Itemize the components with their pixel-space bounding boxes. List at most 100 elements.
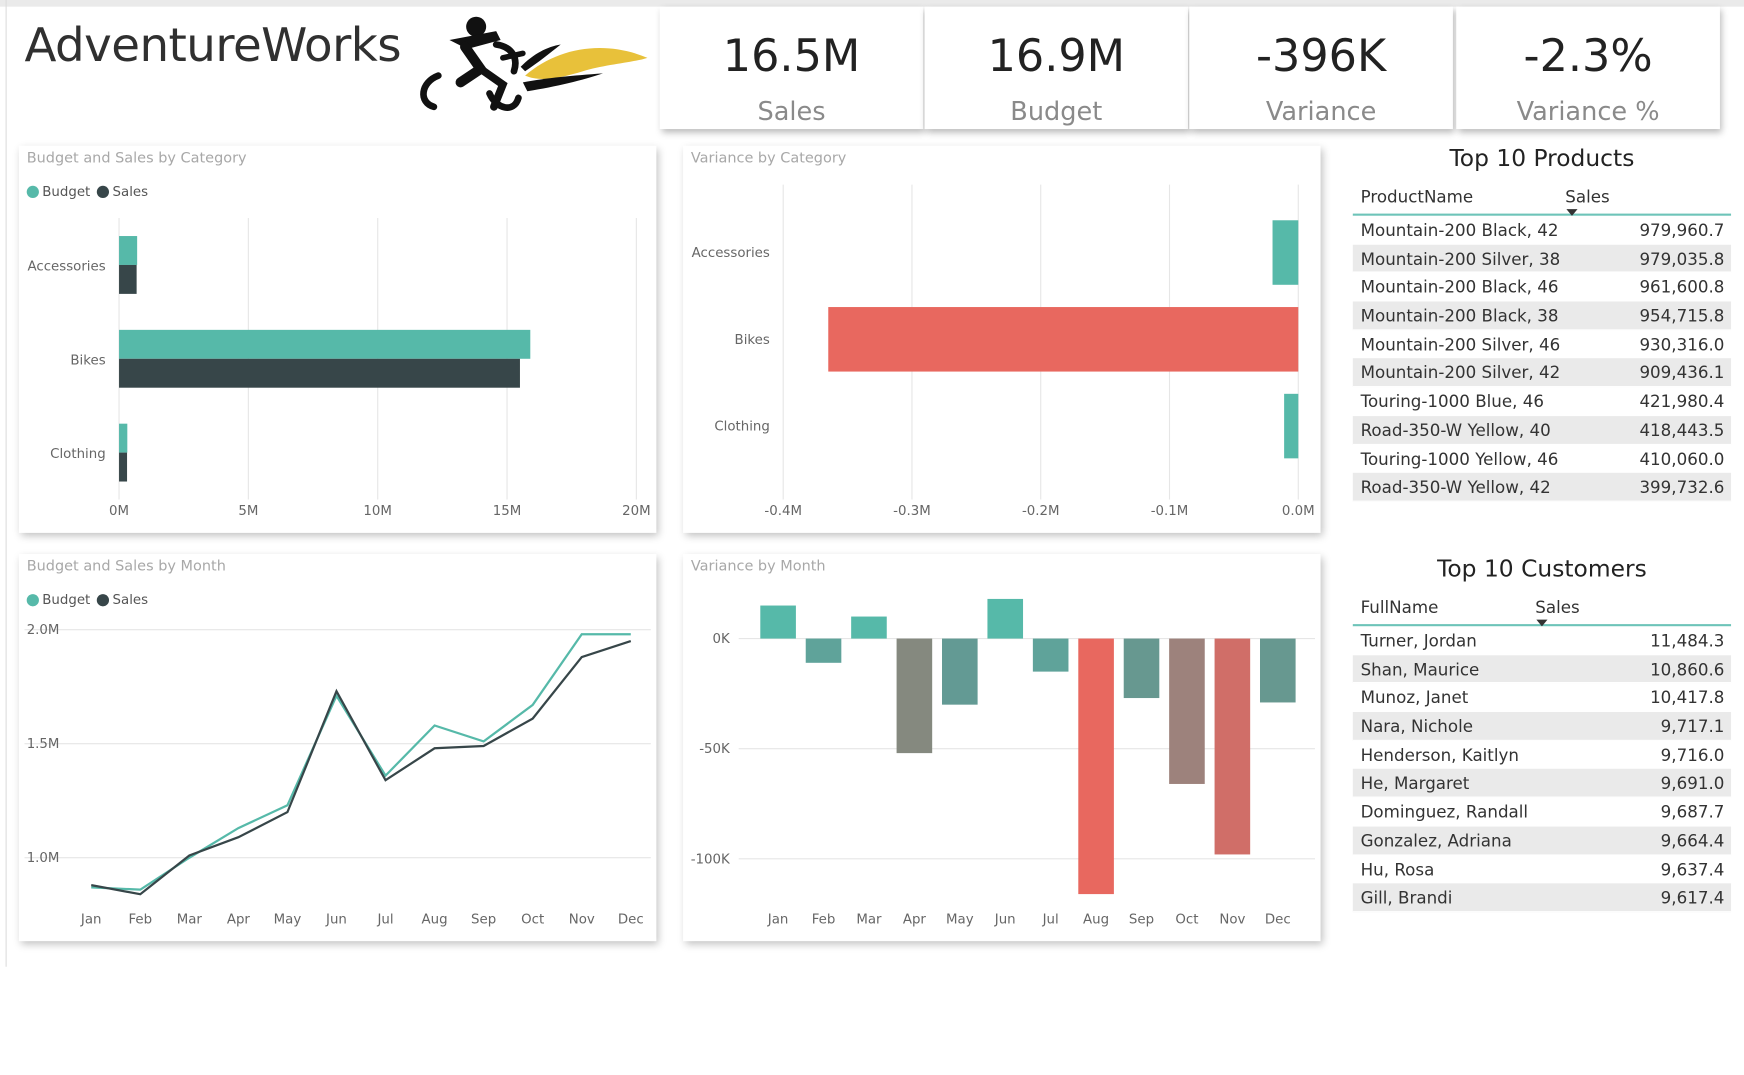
legend-item-budget[interactable]: Budget — [26, 591, 91, 608]
left-border — [5, 0, 7, 967]
report-canvas: AdventureWorks 16.5M Sales 16.9M Budget … — [0, 0, 1744, 1075]
row-value: 979,960.7 — [1639, 220, 1725, 241]
column-header-sales[interactable]: Sales — [1535, 597, 1579, 617]
sort-desc-icon[interactable] — [1536, 619, 1548, 627]
x-tick-label: Aug — [422, 912, 448, 927]
table-row[interactable]: Gonzalez, Adriana 9,664.4 — [1352, 826, 1732, 855]
x-tick-label: 10M — [363, 504, 392, 519]
x-tick-label: 0M — [109, 504, 129, 519]
kpi-card-variance[interactable]: -396K Variance — [1189, 6, 1453, 130]
x-tick-label: Sep — [471, 912, 496, 927]
row-name: Turner, Jordan — [1360, 630, 1477, 651]
table-row[interactable]: Mountain-200 Silver, 42 909,436.1 — [1352, 358, 1732, 388]
row-name: Mountain-200 Black, 46 — [1360, 277, 1559, 298]
table-row[interactable]: Mountain-200 Black, 38 954,715.8 — [1352, 301, 1732, 331]
x-tick-label: Nov — [1219, 912, 1245, 927]
row-name: Mountain-200 Black, 42 — [1360, 220, 1559, 241]
kpi-label: Variance % — [1516, 97, 1660, 127]
table-row[interactable]: Mountain-200 Silver, 46 930,316.0 — [1352, 330, 1732, 359]
table-header: ProductName Sales — [1352, 182, 1732, 216]
legend-item-sales[interactable]: Sales — [96, 183, 149, 200]
table-row[interactable]: Munoz, Janet 10,417.8 — [1352, 683, 1732, 713]
row-value: 9,617.4 — [1660, 887, 1725, 909]
row-name: Mountain-200 Silver, 38 — [1360, 248, 1561, 269]
row-value: 930,316.0 — [1639, 334, 1725, 355]
variance-bar — [987, 598, 1024, 639]
x-tick-label: Apr — [227, 912, 251, 927]
row-value: 979,035.8 — [1639, 248, 1725, 269]
table-row[interactable]: Mountain-200 Black, 42 979,960.7 — [1352, 215, 1732, 245]
row-name: Mountain-200 Silver, 46 — [1360, 334, 1561, 355]
y-tick-label: 0K — [713, 632, 731, 647]
table-row[interactable]: Road-350-W Yellow, 42 399,732.6 — [1352, 473, 1732, 502]
x-tick-label: Nov — [569, 912, 595, 927]
row-value: 9,716.0 — [1660, 745, 1725, 766]
variance-bar — [896, 638, 933, 754]
legend-label: Budget — [42, 591, 91, 608]
table-row[interactable]: Dominguez, Randall 9,687.7 — [1352, 797, 1732, 827]
variance-bar — [828, 307, 1299, 372]
x-tick-label: 15M — [493, 504, 522, 519]
table-row[interactable]: Shan, Maurice 10,860.6 — [1352, 654, 1732, 684]
row-value: 399,732.6 — [1639, 477, 1725, 498]
x-tick-label: Aug — [1083, 912, 1109, 927]
table-row[interactable]: Mountain-200 Black, 46 961,600.8 — [1352, 272, 1732, 302]
legend-dot-icon — [26, 593, 39, 606]
cyclist-logo-icon — [420, 16, 648, 111]
x-tick-label: Dec — [1265, 912, 1291, 927]
legend-label: Sales — [112, 183, 149, 200]
row-value: 10,860.6 — [1650, 659, 1725, 680]
table-row[interactable]: Nara, Nichole 9,717.1 — [1352, 712, 1732, 741]
x-tick-label: -0.4M — [764, 504, 802, 519]
category-label: Bikes — [70, 353, 105, 368]
variance-bar — [1284, 393, 1299, 459]
bar-sales — [119, 358, 520, 388]
table-title: Top 10 Products — [1449, 144, 1635, 172]
row-name: Dominguez, Randall — [1360, 802, 1529, 823]
legend-item-budget[interactable]: Budget — [26, 184, 91, 199]
row-value: 421,980.4 — [1639, 391, 1725, 412]
row-name: Henderson, Kaitlyn — [1360, 745, 1519, 766]
sort-desc-icon[interactable] — [1566, 209, 1578, 216]
budget-sales-by-category-panel[interactable]: 0M 5M 10M 15M 20M Accessories Bikes Clothing Bu… — [18, 145, 657, 533]
row-value: 9,687.7 — [1660, 802, 1725, 823]
row-value: 9,637.4 — [1660, 859, 1725, 880]
x-tick-label: Jun — [994, 912, 1016, 927]
bar-sales — [119, 264, 137, 294]
x-tick-label: Mar — [856, 912, 882, 927]
table-row[interactable]: Henderson, Kaitlyn 9,716.0 — [1352, 740, 1732, 770]
row-value: 954,715.8 — [1639, 306, 1725, 327]
variance-by-month-panel[interactable]: 0K -50K -100K Jan Feb Mar Apr May Jun Jul Aug Sep Oc… — [683, 554, 1321, 942]
table-row[interactable]: He, Margaret 9,691.0 — [1352, 769, 1732, 798]
table-row[interactable]: Road-350-W Yellow, 40 418,443.5 — [1352, 415, 1732, 445]
row-value: 11,484.3 — [1650, 630, 1725, 651]
table-row[interactable]: Turner, Jordan 11,484.3 — [1352, 626, 1732, 655]
bar-budget — [119, 423, 128, 453]
top-customers-table[interactable]: Top 10 Customers FullName Sales Turner, … — [1352, 555, 1732, 913]
column-header-productname[interactable]: ProductName — [1361, 187, 1474, 207]
kpi-card-budget[interactable]: 16.9M Budget — [924, 6, 1189, 130]
top-products-table[interactable]: Top 10 Products ProductName Sales Mounta… — [1352, 144, 1732, 502]
x-tick-label: Feb — [812, 912, 836, 927]
x-tick-label: Dec — [618, 912, 644, 927]
kpi-card-variance-pct[interactable]: -2.3% Variance % — [1456, 6, 1720, 130]
table-row[interactable]: Touring-1000 Yellow, 46 410,060.0 — [1352, 444, 1732, 474]
kpi-label: Variance — [1265, 97, 1377, 127]
kpi-label: Sales — [757, 97, 826, 127]
kpi-value: -2.3% — [1523, 31, 1653, 83]
table-row[interactable]: Hu, Rosa 9,637.4 — [1352, 854, 1732, 884]
budget-sales-by-month-panel[interactable]: 2.0M 1.5M 1.0M Jan Feb Mar Apr May Jun Jul Aug Sep O… — [18, 554, 657, 942]
kpi-card-sales[interactable]: 16.5M Sales — [659, 6, 924, 130]
table-row[interactable]: Gill, Brandi 9,617.4 — [1352, 883, 1732, 913]
column-header-fullname[interactable]: FullName — [1361, 597, 1439, 617]
legend-item-sales[interactable]: Sales — [96, 592, 148, 607]
x-tick-label: Sep — [1129, 912, 1154, 927]
variance-by-category-panel[interactable]: -0.4M -0.3M -0.2M -0.1M 0.0M Accessories Bikes… — [683, 145, 1321, 533]
table-row[interactable]: Mountain-200 Silver, 38 979,035.8 — [1352, 244, 1732, 273]
table-row[interactable]: Touring-1000 Blue, 46 421,980.4 — [1352, 387, 1732, 416]
row-name: Road-350-W Yellow, 40 — [1360, 420, 1551, 441]
budget-sales-by-category-chart: 0M 5M 10M 15M 20M Accessories Bikes Clothing — [27, 218, 651, 519]
x-tick-label: -0.2M — [1022, 504, 1060, 519]
row-value: 9,664.4 — [1660, 830, 1725, 851]
column-header-sales[interactable]: Sales — [1565, 187, 1609, 207]
